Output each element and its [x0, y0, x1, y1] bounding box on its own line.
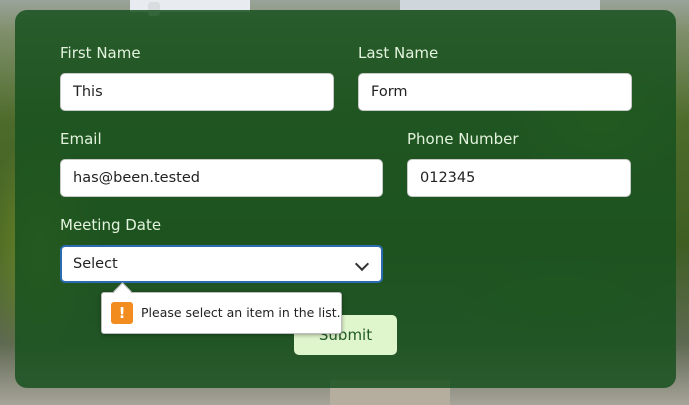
- validation-tooltip: ! Please select an item in the list.: [101, 292, 342, 334]
- first-name-label: First Name: [60, 44, 141, 62]
- meeting-date-select[interactable]: Select: [60, 245, 383, 283]
- warning-icon: !: [111, 302, 133, 324]
- last-name-label: Last Name: [358, 44, 439, 62]
- meeting-date-label: Meeting Date: [60, 216, 162, 234]
- first-name-input[interactable]: This: [60, 73, 334, 111]
- email-label: Email: [60, 130, 102, 148]
- email-input[interactable]: has@been.tested: [60, 159, 383, 197]
- last-name-input[interactable]: Form: [358, 73, 632, 111]
- phone-input[interactable]: 012345: [407, 159, 631, 197]
- meeting-date-selected-value: Select: [73, 256, 118, 272]
- background-house-wall: [400, 0, 600, 10]
- chevron-down-icon: [354, 256, 370, 272]
- validation-message: Please select an item in the list.: [141, 305, 341, 320]
- phone-label: Phone Number: [407, 130, 519, 148]
